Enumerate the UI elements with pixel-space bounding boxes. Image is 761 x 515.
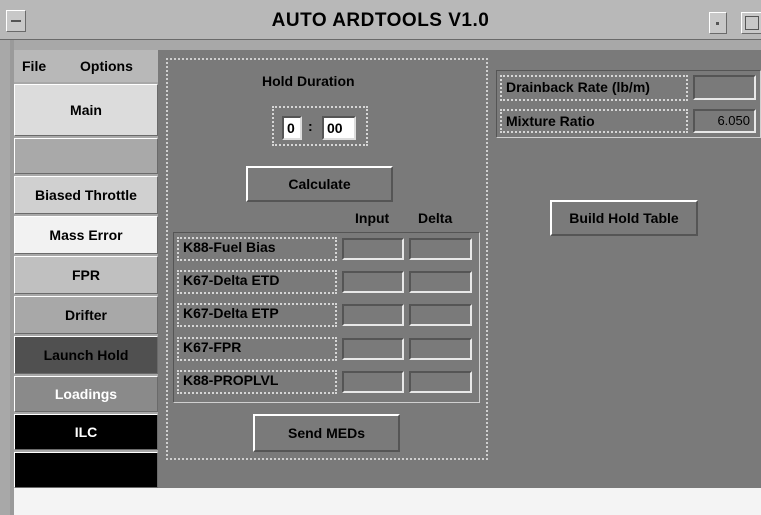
- sidebar-item-blank-9[interactable]: [14, 452, 158, 488]
- minimize-icon[interactable]: [709, 12, 727, 34]
- sidebar-item-main[interactable]: Main: [14, 84, 158, 136]
- column-delta-header: Delta: [418, 210, 453, 226]
- med-row-delta-field[interactable]: [409, 304, 472, 326]
- med-row-label: K67-Delta ETD: [177, 270, 337, 294]
- med-row-label: K88-Fuel Bias: [177, 237, 337, 261]
- sidebar-item-fpr[interactable]: FPR: [14, 256, 158, 294]
- window-title: AUTO ARDTOOLS V1.0: [271, 10, 490, 31]
- time-separator: :: [308, 118, 313, 134]
- sidebar: File Options Main Biased Throttle Mass Err…: [14, 50, 158, 490]
- med-row-label: K67-FPR: [177, 337, 337, 361]
- title-bar: AUTO ARDTOOLS V1.0: [0, 0, 761, 40]
- hold-duration-title: Hold Duration: [262, 73, 355, 89]
- sidebar-item-biased-throttle[interactable]: Biased Throttle: [14, 176, 158, 214]
- med-row-input-field[interactable]: [342, 271, 404, 293]
- med-row-delta-field[interactable]: [409, 238, 472, 260]
- sidebar-item-mass-error[interactable]: Mass Error: [14, 216, 158, 254]
- sidebar-item-ilc[interactable]: ILC: [14, 414, 158, 450]
- drainback-rate-label: Drainback Rate (lb/m): [500, 75, 688, 101]
- sidebar-item-loadings[interactable]: Loadings: [14, 376, 158, 412]
- mixture-ratio-label: Mixture Ratio: [500, 109, 688, 133]
- hold-time-box: 0 : 00: [272, 106, 368, 146]
- med-row-input-field[interactable]: [342, 304, 404, 326]
- drainback-rate-field[interactable]: [693, 75, 756, 100]
- med-row-input-field[interactable]: [342, 238, 404, 260]
- build-hold-table-button[interactable]: Build Hold Table: [550, 200, 698, 236]
- sidebar-item-blank-1[interactable]: [14, 138, 158, 174]
- med-row-delta-field[interactable]: [409, 371, 472, 393]
- mixture-ratio-field[interactable]: 6.050: [693, 109, 756, 133]
- column-input-header: Input: [355, 210, 390, 226]
- hold-minutes-field[interactable]: 0: [282, 116, 302, 140]
- menu-bar: File Options: [14, 50, 158, 82]
- med-row-input-field[interactable]: [342, 371, 404, 393]
- med-row-input-field[interactable]: [342, 338, 404, 360]
- status-strip: [14, 488, 761, 515]
- maximize-icon[interactable]: [741, 12, 761, 34]
- med-row-delta-field[interactable]: [409, 338, 472, 360]
- sidebar-item-drifter[interactable]: Drifter: [14, 296, 158, 334]
- calculate-button[interactable]: Calculate: [246, 166, 393, 202]
- send-meds-button[interactable]: Send MEDs: [253, 414, 400, 452]
- menu-options[interactable]: Options: [80, 58, 133, 74]
- med-row-label: K88-PROPLVL: [177, 370, 337, 394]
- sidebar-item-launch-hold[interactable]: Launch Hold: [14, 336, 158, 374]
- hold-seconds-field[interactable]: 00: [322, 116, 356, 140]
- menu-file[interactable]: File: [22, 58, 46, 74]
- med-row-delta-field[interactable]: [409, 271, 472, 293]
- med-row-label: K67-Delta ETP: [177, 303, 337, 327]
